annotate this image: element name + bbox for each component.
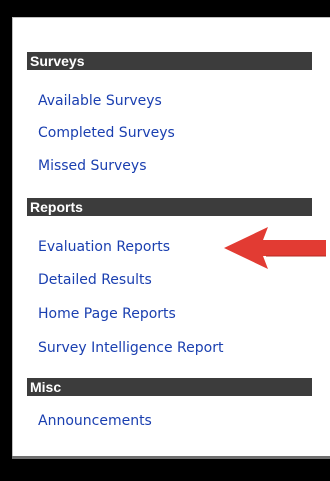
menu-link-evaluation-reports[interactable]: Evaluation Reports <box>38 238 170 256</box>
bottom-divider <box>12 456 330 459</box>
menu-link-completed-surveys[interactable]: Completed Surveys <box>38 124 175 142</box>
section-header-misc: Misc <box>27 378 312 396</box>
menu-link-announcements[interactable]: Announcements <box>38 412 152 430</box>
menu-link-home-page-reports[interactable]: Home Page Reports <box>38 305 176 323</box>
red-arrow-icon <box>224 227 326 269</box>
section-header-surveys: Surveys <box>27 52 312 70</box>
menu-link-available-surveys[interactable]: Available Surveys <box>38 92 162 110</box>
menu-link-missed-surveys[interactable]: Missed Surveys <box>38 157 147 175</box>
menu-link-survey-intelligence-report[interactable]: Survey Intelligence Report <box>38 339 223 357</box>
section-header-reports: Reports <box>27 198 312 216</box>
menu-link-detailed-results[interactable]: Detailed Results <box>38 271 152 289</box>
